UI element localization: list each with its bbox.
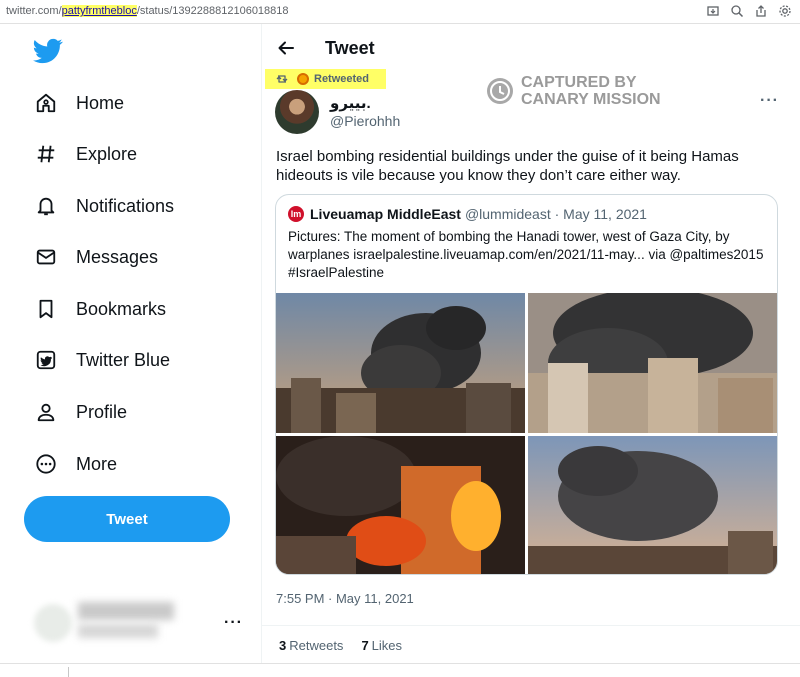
stats-divider: [262, 625, 800, 626]
author-handle[interactable]: @Pierohhh: [330, 113, 400, 129]
photo-2[interactable]: [528, 293, 777, 433]
sidebar-item-notifications[interactable]: Notifications: [34, 191, 174, 221]
avatar: [34, 604, 72, 642]
page-title: Tweet: [325, 38, 375, 58]
retweets-label: Retweets: [289, 638, 344, 653]
home-icon: [34, 91, 58, 115]
account-switcher[interactable]: ···: [34, 596, 244, 646]
tweet-stats: 3 Retweets 7 Likes: [279, 638, 402, 653]
photo-3[interactable]: [276, 436, 525, 574]
sidebar-item-label: Bookmarks: [76, 298, 167, 319]
share-icon[interactable]: [754, 4, 768, 18]
photo-1[interactable]: [276, 293, 525, 433]
bell-icon: [34, 194, 58, 218]
quoted-author-meta: @lummideast · May 11, 2021: [464, 206, 647, 222]
tweet-text: Israel bombing residential buildings und…: [276, 148, 739, 184]
retweeted-indicator: Retweeted: [265, 69, 386, 89]
twitter-blue-icon: [34, 348, 58, 372]
sunflower-avatar-icon: [297, 73, 309, 85]
retweets-stat[interactable]: 3 Retweets: [279, 638, 343, 653]
url-bar[interactable]: twitter.com/pattyfrmthebloc/status/13922…: [6, 5, 289, 17]
sidebar-item-twitter-blue[interactable]: Twitter Blue: [34, 345, 170, 375]
watermark: CAPTURED BY CANARY MISSION: [487, 74, 661, 108]
column-divider: [261, 24, 262, 664]
account-more-button[interactable]: ···: [224, 614, 243, 632]
browser-toolbar: [706, 4, 792, 18]
sidebar-item-home[interactable]: Home: [34, 88, 124, 118]
zoom-icon[interactable]: [730, 4, 744, 18]
bookmark-icon: [34, 297, 58, 321]
sidebar-item-label: More: [76, 453, 118, 474]
likes-count: 7: [361, 638, 369, 653]
watermark-line-1: CAPTURED BY: [521, 74, 637, 91]
sidebar-item-label: Home: [76, 92, 125, 113]
sidebar-item-label: Messages: [76, 246, 159, 267]
retweets-count: 3: [279, 638, 287, 653]
likes-stat[interactable]: 7 Likes: [361, 638, 402, 653]
compose-tweet-button[interactable]: Tweet: [24, 496, 230, 542]
author-display-name[interactable]: بييرو.: [330, 94, 371, 112]
liveuamap-logo-icon: lm: [288, 206, 304, 222]
watermark-line-2: CANARY MISSION: [521, 91, 661, 108]
bottom-tick: [68, 667, 69, 677]
tweet-timestamp[interactable]: 7:55 PM · May 11, 2021: [276, 591, 414, 606]
quoted-tweet-header: lm Liveuamap MiddleEast @lummideast · Ma…: [288, 206, 647, 222]
account-name-redacted: [78, 602, 174, 620]
sidebar-item-label: Explore: [76, 143, 138, 164]
sidebar-item-more[interactable]: More: [34, 449, 117, 479]
person-icon: [34, 400, 58, 424]
sidebar-item-messages[interactable]: Messages: [34, 242, 158, 272]
sidebar-item-label: Profile: [76, 401, 128, 422]
back-arrow-icon[interactable]: [276, 38, 296, 58]
envelope-icon: [34, 245, 58, 269]
quoted-tweet[interactable]: lm Liveuamap MiddleEast @lummideast · Ma…: [275, 194, 778, 575]
sidebar-item-label: Notifications: [76, 195, 175, 216]
settings-icon[interactable]: [778, 4, 792, 18]
url-highlighted-username: pattyfrmthebloc: [61, 5, 137, 17]
sidebar-item-explore[interactable]: Explore: [34, 139, 137, 169]
canary-mission-logo-icon: [487, 78, 513, 104]
likes-label: Likes: [371, 638, 403, 653]
avatar[interactable]: [275, 90, 319, 134]
url-prefix: twitter.com/: [6, 5, 62, 17]
url-suffix: /status/1392288812106018818: [136, 5, 289, 17]
bottom-divider: [0, 663, 800, 664]
retweet-icon: [275, 72, 289, 86]
browser-address-bar: twitter.com/pattyfrmthebloc/status/13922…: [0, 0, 800, 24]
photo-grid: [276, 293, 777, 574]
tweet-more-button[interactable]: ···: [760, 92, 779, 110]
screenshot-icon[interactable]: [706, 4, 720, 18]
quoted-author-name: Liveuamap MiddleEast: [310, 206, 461, 222]
more-circle-icon: [34, 452, 58, 476]
left-sidebar: Home Explore Notifications Messages Book…: [0, 24, 262, 677]
twitter-bird-icon[interactable]: [33, 36, 63, 66]
hashtag-icon: [34, 142, 58, 166]
account-handle-redacted: [78, 624, 158, 638]
photo-4[interactable]: [528, 436, 777, 574]
sidebar-item-profile[interactable]: Profile: [34, 397, 127, 427]
quoted-tweet-text: Pictures: The moment of bombing the Hana…: [288, 229, 764, 280]
sidebar-item-bookmarks[interactable]: Bookmarks: [34, 294, 166, 324]
retweeted-label: Retweeted: [314, 73, 370, 85]
sidebar-item-label: Twitter Blue: [76, 349, 171, 370]
